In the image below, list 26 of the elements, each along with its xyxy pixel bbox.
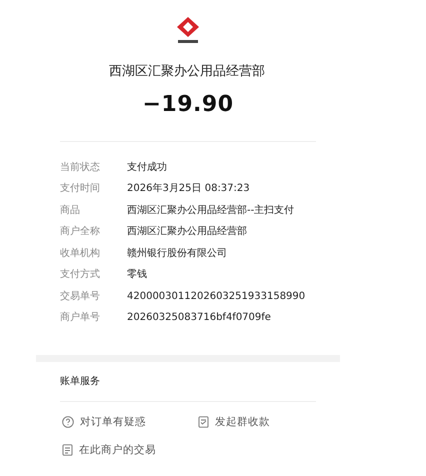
list-icon — [62, 444, 73, 456]
detail-label: 商户全称 — [60, 224, 101, 240]
payment-amount: −19.90 — [142, 92, 234, 117]
detail-value: 西湖区汇聚办公用品经营部--主扫支付 — [127, 204, 294, 218]
detail-label: 交易单号 — [60, 290, 101, 304]
detail-value: 支付成功 — [127, 160, 167, 175]
question-icon — [62, 416, 74, 428]
bank-logo — [175, 16, 201, 46]
detail-value: 零钱 — [127, 268, 147, 282]
detail-value: 4200003011202603251933158990 — [127, 290, 306, 304]
service-link[interactable]: 在此商户的交易 — [62, 442, 198, 457]
detail-value: 2026年3月25日 08:37:23 — [127, 182, 250, 196]
detail-value: 20260325083716bf4f0709fe — [127, 311, 271, 326]
detail-label: 商品 — [60, 204, 81, 218]
service-link[interactable]: 发起群收款 — [198, 414, 328, 429]
merchant-name: 西湖区汇聚办公用品经营部 — [109, 63, 265, 80]
document-icon — [198, 416, 209, 428]
detail-label: 商户单号 — [60, 310, 101, 326]
detail-value: 西湖区汇聚办公用品经营部 — [127, 224, 247, 240]
service-link[interactable]: 对订单有疑惑 — [62, 414, 198, 429]
detail-label: 支付时间 — [60, 182, 101, 196]
detail-label: 收单机构 — [60, 246, 101, 261]
detail-label: 支付方式 — [60, 268, 101, 282]
detail-value: 赣州银行股份有限公司 — [127, 246, 227, 261]
detail-label: 当前状态 — [60, 160, 101, 175]
section-title: 账单服务 — [59, 374, 101, 388]
